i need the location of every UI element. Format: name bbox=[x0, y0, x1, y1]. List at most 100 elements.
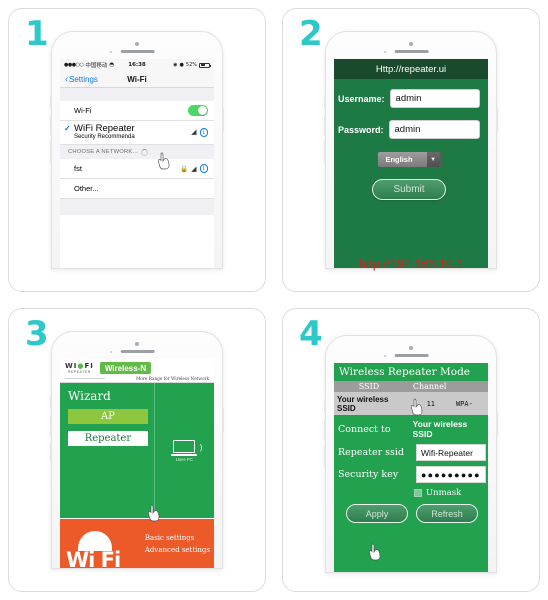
phone-bezel-top bbox=[326, 336, 496, 363]
ap-mode-button[interactable]: AP bbox=[68, 409, 148, 424]
divider bbox=[65, 378, 105, 379]
volume-up-button bbox=[50, 116, 52, 136]
back-button[interactable]: ‹ Settings bbox=[65, 73, 98, 84]
router-header: WI●FI REPEATER Wireless-N More Range for… bbox=[60, 359, 214, 382]
power-button bbox=[222, 108, 224, 132]
connected-network-subtitle: Security Recommenda bbox=[74, 133, 135, 140]
language-select[interactable]: English ▼ bbox=[377, 151, 441, 168]
username-input[interactable]: admin bbox=[389, 89, 480, 108]
repeater-mode-page: Wireless Repeater Mode SSID Channel Your… bbox=[334, 363, 488, 572]
wifi-signal-icon: ◢ bbox=[191, 129, 197, 137]
volume-up-button bbox=[324, 116, 326, 136]
column-header-channel: Channel bbox=[412, 382, 447, 391]
section-header: CHOOSE A NETWORK... bbox=[60, 145, 214, 159]
camera-icon bbox=[409, 42, 413, 46]
battery-percent-label: 52% bbox=[185, 62, 198, 68]
security-key-label: Security key bbox=[338, 469, 399, 480]
speaker-slot bbox=[120, 50, 155, 53]
cell-ssid: Your wireless SSID bbox=[337, 394, 389, 413]
column-header-ssid: SSID bbox=[358, 382, 380, 391]
phone-bezel-top bbox=[326, 32, 496, 59]
apply-button[interactable]: Apply bbox=[346, 504, 408, 523]
mic-dot bbox=[384, 51, 386, 53]
table-row[interactable]: Your wireless SSID 11 WPA- bbox=[334, 392, 488, 415]
network-name-label: fst bbox=[74, 164, 82, 173]
info-icon[interactable]: i bbox=[199, 128, 208, 137]
phone-bezel-top bbox=[52, 332, 222, 359]
ios-nav-bar: ‹ Settings Wi-Fi bbox=[60, 71, 214, 88]
repeater-form: Connect to Your wireless SSID Repeater s… bbox=[334, 415, 488, 570]
submit-button[interactable]: Submit bbox=[372, 179, 446, 200]
clock-label: 16:38 bbox=[128, 62, 146, 68]
advanced-settings-link[interactable]: Advanced settings bbox=[145, 546, 210, 554]
repeater-ssid-row: Repeater ssid Wifi-Repeater bbox=[338, 444, 486, 461]
wifi-settings-list: Wi-Fi ✓ WiFi Repeater Security Recommend… bbox=[60, 101, 214, 199]
unmask-checkbox[interactable] bbox=[414, 489, 422, 497]
refresh-button[interactable]: Refresh bbox=[416, 504, 478, 523]
wizard-left: Wizard AP Repeater bbox=[60, 383, 154, 518]
info-icon[interactable]: i bbox=[199, 164, 208, 173]
language-select-value: English bbox=[378, 152, 427, 167]
chevron-left-icon: ‹ bbox=[65, 73, 68, 84]
phone-screen-4: Wireless Repeater Mode SSID Channel Your… bbox=[334, 363, 488, 572]
phone-screen-2: Http://repeater.ui Username: admin Passw… bbox=[334, 59, 488, 268]
camera-icon bbox=[135, 42, 139, 46]
phone-mockup-1: ●●●○○ 中国移动 ◓ 16:38 ◉ ● 52% ‹ Settings Wi… bbox=[50, 31, 224, 269]
basic-settings-link[interactable]: Basic settings bbox=[145, 534, 210, 542]
cell-channel: 11 bbox=[426, 399, 436, 408]
step-panel-1: 1 ●●●○○ 中国移动 ◓ 16:38 ◉ ● 52% ‹ Settings … bbox=[8, 8, 266, 292]
speaker-slot bbox=[394, 50, 429, 53]
repeater-mode-button[interactable]: Repeater bbox=[68, 431, 148, 446]
phone-mockup-3: WI●FI REPEATER Wireless-N More Range for… bbox=[50, 331, 224, 569]
speaker-slot bbox=[394, 354, 429, 357]
list-bottom-spacer bbox=[60, 199, 214, 215]
network-table-header: SSID Channel bbox=[334, 381, 488, 392]
security-key-row: Security key ●●●●●●●●● bbox=[338, 466, 486, 483]
router-home-page: WI●FI REPEATER Wireless-N More Range for… bbox=[60, 359, 214, 568]
other-network-label: Other... bbox=[74, 184, 99, 193]
camera-icon bbox=[135, 342, 139, 346]
unmask-label: Unmask bbox=[426, 488, 462, 498]
connect-to-label: Connect to bbox=[338, 423, 391, 435]
volume-down-button bbox=[324, 446, 326, 466]
steps-grid: 1 ●●●○○ 中国移动 ◓ 16:38 ◉ ● 52% ‹ Settings … bbox=[0, 0, 548, 600]
checkmark-icon: ✓ bbox=[64, 124, 71, 133]
phone-mockup-4: Wireless Repeater Mode SSID Channel Your… bbox=[324, 335, 498, 573]
volume-up-button bbox=[50, 416, 52, 436]
lock-icon: 🔒 bbox=[180, 165, 189, 173]
network-row-other[interactable]: Other... bbox=[60, 179, 214, 199]
tagline: More Range for Wireless Network bbox=[136, 376, 209, 381]
wifi-logo-text: Wi Fi bbox=[66, 548, 121, 568]
login-form: Username: admin Password: admin English … bbox=[334, 79, 488, 268]
power-button bbox=[496, 412, 498, 436]
network-row-connected[interactable]: ✓ WiFi Repeater Security Recommenda ◢ i bbox=[60, 121, 214, 145]
step-number-2: 2 bbox=[299, 14, 323, 54]
router-url-note: http://192.168.10.1 bbox=[358, 257, 464, 271]
password-input[interactable]: admin bbox=[388, 120, 480, 139]
power-button bbox=[222, 408, 224, 432]
wifi-toggle-label: Wi-Fi bbox=[74, 106, 92, 115]
address-bar: Http://repeater.ui bbox=[334, 59, 488, 79]
mic-dot bbox=[384, 355, 386, 357]
battery-icon bbox=[199, 62, 212, 68]
step-panel-2: 2 Http://repeater.ui Username: admin Pas… bbox=[282, 8, 540, 292]
network-row-fst[interactable]: fst 🔒 ◢ i bbox=[60, 159, 214, 179]
submit-row: Submit bbox=[338, 179, 480, 200]
phone-bezel-top bbox=[52, 32, 222, 59]
wifi-toggle-switch[interactable] bbox=[188, 105, 208, 116]
phone-screen-1: ●●●○○ 中国移动 ◓ 16:38 ◉ ● 52% ‹ Settings Wi… bbox=[60, 59, 214, 268]
volume-down-button bbox=[50, 142, 52, 162]
step-panel-4: 4 Wireless Repeater Mode SSID Channel Yo… bbox=[282, 308, 540, 592]
mute-switch bbox=[50, 96, 52, 108]
security-key-input[interactable]: ●●●●●●●●● bbox=[416, 466, 486, 483]
action-buttons: Apply Refresh bbox=[338, 502, 486, 523]
repeater-ssid-label: Repeater ssid bbox=[338, 447, 405, 458]
rotation-lock-icon: ● bbox=[179, 62, 184, 68]
column-header-security bbox=[455, 382, 488, 391]
speaker-slot bbox=[120, 350, 155, 353]
repeater-ssid-input[interactable]: Wifi-Repeater bbox=[416, 444, 486, 461]
password-row: Password: admin bbox=[338, 120, 480, 139]
unmask-row[interactable]: Unmask bbox=[338, 488, 486, 498]
signal-strength-icon: ●●●○○ bbox=[64, 62, 84, 68]
wifi-toggle-row[interactable]: Wi-Fi bbox=[60, 101, 214, 121]
